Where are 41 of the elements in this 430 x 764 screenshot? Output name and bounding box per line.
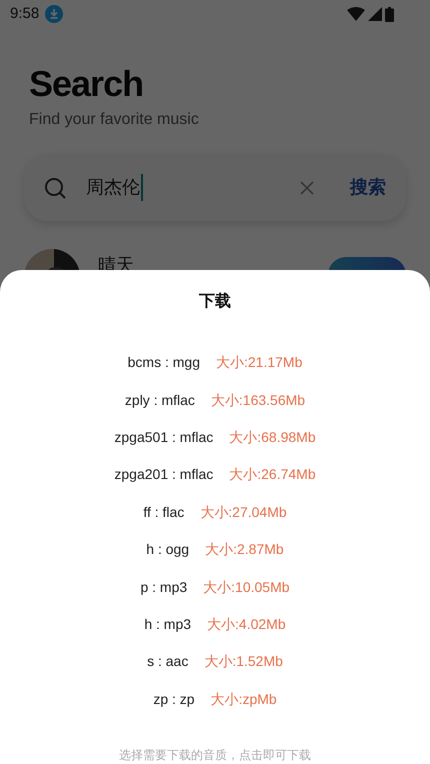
quality-option[interactable]: ff : flac 大小:27.04Mb xyxy=(143,494,287,532)
sheet-title: 下载 xyxy=(199,292,231,312)
file-size: 大小:68.98Mb xyxy=(229,428,316,448)
quality-label: h : ogg xyxy=(146,540,190,560)
file-size: 大小:1.52Mb xyxy=(204,652,283,672)
page-title: Search xyxy=(29,63,144,105)
file-size: 大小:10.05Mb xyxy=(203,578,290,597)
quality-option[interactable]: zpga201 : mflac 大小:26.74Mb xyxy=(114,456,316,494)
quality-label: zpga201 : mflac xyxy=(114,465,214,484)
page-subtitle: Find your favorite music xyxy=(29,110,200,130)
quality-label: p : mp3 xyxy=(140,578,188,597)
file-size: 大小:zpMb xyxy=(210,690,277,709)
wifi-icon xyxy=(347,7,365,21)
file-size: 大小:2.87Mb xyxy=(205,540,284,560)
file-size: 大小:21.17Mb xyxy=(216,353,302,372)
quality-label: ff : flac xyxy=(143,502,184,522)
clear-icon[interactable] xyxy=(300,180,314,194)
quality-label: zply : mflac xyxy=(124,390,195,410)
quality-option[interactable]: p : mp3 大小:10.05Mb xyxy=(140,568,290,606)
quality-label: zp : zp xyxy=(153,690,195,709)
battery-icon xyxy=(385,6,394,22)
quality-label: s : aac xyxy=(147,652,188,672)
quality-label: zpga501 : mflac xyxy=(114,428,214,448)
file-size: 大小:26.74Mb xyxy=(229,465,316,484)
quality-option[interactable]: zply : mflac 大小:163.56Mb xyxy=(124,381,306,419)
quality-option[interactable]: h : mp3 大小:4.02Mb xyxy=(144,606,286,644)
search-icon xyxy=(44,176,66,198)
file-size: 大小:163.56Mb xyxy=(210,390,306,410)
signal-icon xyxy=(368,7,382,21)
quality-label: h : mp3 xyxy=(144,615,192,634)
status-time: 9:58 xyxy=(10,4,40,24)
quality-option[interactable]: h : ogg 大小:2.87Mb xyxy=(146,531,284,568)
quality-label: bcms : mgg xyxy=(128,353,200,372)
hint-text: 选择需要下载的音质，点击即可下载 xyxy=(119,747,311,764)
quality-option[interactable]: bcms : mgg 大小:21.17Mb xyxy=(128,344,302,382)
download-icon xyxy=(45,5,64,23)
quality-option[interactable]: zp : zp 大小:zpMb xyxy=(153,680,277,718)
quality-option[interactable]: zpga501 : mflac 大小:68.98Mb xyxy=(114,418,316,456)
file-size: 大小:27.04Mb xyxy=(200,502,287,522)
quality-option[interactable]: s : aac 大小:1.52Mb xyxy=(147,643,283,681)
file-size: 大小:4.02Mb xyxy=(207,615,286,634)
